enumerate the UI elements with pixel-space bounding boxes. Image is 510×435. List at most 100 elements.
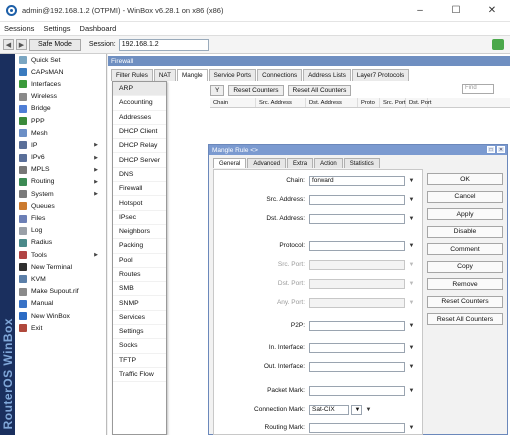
reset-all-counters-button[interactable]: Reset All Counters xyxy=(287,84,352,96)
dropdown-arrow-icon[interactable]: ▼ xyxy=(407,343,416,353)
nav-item-mesh[interactable]: Mesh xyxy=(15,127,106,139)
chain-option-hotspot[interactable]: Hotspot xyxy=(113,196,166,211)
nav-item-system[interactable]: System ▶ xyxy=(15,188,106,200)
chain-option-pool[interactable]: Pool xyxy=(113,254,166,268)
dialog-tab-extra[interactable]: Extra xyxy=(287,158,314,168)
dialog-tab-action[interactable]: Action xyxy=(314,158,343,168)
chain-option-accounting[interactable]: Accounting xyxy=(113,96,166,111)
chain-option-firewall[interactable]: Firewall xyxy=(113,182,166,197)
dropdown-arrow-icon[interactable]: ▼ xyxy=(407,176,416,186)
session-field[interactable]: 192.168.1.2 xyxy=(118,38,209,51)
ok-button[interactable]: OK xyxy=(427,173,503,185)
dropdown-arrow-icon[interactable]: ▼ xyxy=(407,423,416,433)
chain-option-addresses[interactable]: Addresses xyxy=(113,111,166,125)
chain-option-dhcp-client[interactable]: DHCP Client xyxy=(113,125,166,140)
chain-option-arp[interactable]: ARP xyxy=(113,82,166,97)
maximize-button[interactable]: ☐ xyxy=(438,0,474,22)
chain-option-socks[interactable]: Socks xyxy=(113,339,166,354)
chain-option-dhcp-server[interactable]: DHCP Server xyxy=(113,153,166,168)
tab-service-ports[interactable]: Service Ports xyxy=(208,69,257,81)
safe-mode-button[interactable]: Safe Mode xyxy=(29,38,81,51)
column-header-chain[interactable]: Chain xyxy=(210,98,256,107)
nav-item-kvm[interactable]: KVM xyxy=(15,273,106,285)
dialog-tab-advanced[interactable]: Advanced xyxy=(247,158,287,168)
nav-item-log[interactable]: Log xyxy=(15,225,106,237)
dropdown-arrow-icon[interactable]: ▼ xyxy=(407,321,416,331)
nav-item-make-supout-rif[interactable]: Make Supout.rif xyxy=(15,286,106,298)
nav-item-ppp[interactable]: PPP xyxy=(15,115,106,127)
nav-item-bridge[interactable]: Bridge xyxy=(15,103,106,115)
apply-button[interactable]: Apply xyxy=(427,208,503,220)
reset-counters-button[interactable]: Reset Counters xyxy=(427,295,503,308)
dropdown-arrow-icon[interactable]: ▼ xyxy=(364,405,373,415)
packet-mark-input[interactable] xyxy=(309,385,405,396)
nav-item-tools[interactable]: Tools ▶ xyxy=(15,249,106,261)
nav-item-files[interactable]: Files xyxy=(15,212,106,224)
nav-item-ip[interactable]: IP ▶ xyxy=(15,139,106,151)
column-header-dst-address[interactable]: Dst. Address xyxy=(306,98,358,107)
chain-option-smb[interactable]: SMB xyxy=(113,282,166,297)
tab-nat[interactable]: NAT xyxy=(153,69,176,81)
dropdown-arrow-icon[interactable]: ▼ xyxy=(407,195,416,205)
dropdown-arrow-icon[interactable]: ▼ xyxy=(407,362,416,372)
column-header-dst-port[interactable]: Dst. Port xyxy=(406,98,432,107)
dropdown-arrow-icon[interactable]: ▼ xyxy=(407,241,416,251)
nav-item-new-terminal[interactable]: New Terminal xyxy=(15,261,106,273)
chain-option-settings[interactable]: Settings xyxy=(113,325,166,340)
close-button[interactable]: ✕ xyxy=(474,0,510,22)
column-header-proto[interactable]: Proto xyxy=(358,98,380,107)
dst-address-input[interactable] xyxy=(309,213,405,224)
dialog-tab-general[interactable]: General xyxy=(213,158,247,168)
column-header-src-port[interactable]: Src. Port xyxy=(380,98,406,107)
chain-option-dhcp-relay[interactable]: DHCP Relay xyxy=(113,139,166,154)
forward-arrow-icon[interactable]: ▶ xyxy=(16,39,27,50)
tab-layer7-protocols[interactable]: Layer7 Protocols xyxy=(351,69,410,81)
nav-item-ipv6[interactable]: IPv6 ▶ xyxy=(15,152,106,164)
chain-option-packing[interactable]: Packing xyxy=(113,239,166,254)
column-header-src-address[interactable]: Src. Address xyxy=(256,98,306,107)
minimize-button[interactable]: – xyxy=(402,0,438,22)
chain-option-traffic-flow[interactable]: Traffic Flow xyxy=(113,368,166,383)
nav-item-interfaces[interactable]: Interfaces xyxy=(15,78,106,90)
chain-option-snmp[interactable]: SNMP xyxy=(113,296,166,311)
nav-item-quick-set[interactable]: Quick Set xyxy=(15,54,106,66)
reset-all-counters-button[interactable]: Reset All Counters xyxy=(427,313,503,325)
reset-counters-button[interactable]: Reset Counters xyxy=(228,84,284,96)
back-arrow-icon[interactable]: ◀ xyxy=(3,39,14,50)
routing-mark-input[interactable] xyxy=(309,422,405,433)
chain-option-dns[interactable]: DNS xyxy=(113,168,166,183)
src-address-input[interactable] xyxy=(309,194,405,205)
nav-item-manual[interactable]: Manual xyxy=(15,298,106,310)
out-interface-input[interactable] xyxy=(309,361,405,372)
chevron-down-icon[interactable]: ▼ xyxy=(351,404,362,415)
in-interface-input[interactable] xyxy=(309,342,405,353)
remove-button[interactable]: Remove xyxy=(427,278,503,290)
p2p-input[interactable] xyxy=(309,320,405,331)
nav-item-mpls[interactable]: MPLS ▶ xyxy=(15,164,106,176)
copy-button[interactable]: Copy xyxy=(427,260,503,273)
tab-filter-rules[interactable]: Filter Rules xyxy=(111,69,153,81)
tab-address-lists[interactable]: Address Lists xyxy=(303,69,351,81)
chain-option-services[interactable]: Services xyxy=(113,311,166,326)
chain-input[interactable]: forward xyxy=(309,175,405,186)
dropdown-arrow-icon[interactable]: ▼ xyxy=(407,214,416,224)
disable-button[interactable]: Disable xyxy=(427,225,503,238)
menu-sessions[interactable]: Sessions xyxy=(4,24,34,33)
nav-item-new-winbox[interactable]: New WinBox xyxy=(15,310,106,322)
tab-mangle[interactable]: Mangle xyxy=(176,69,208,81)
chain-option-routes[interactable]: Routes xyxy=(113,268,166,283)
find-input[interactable]: Find xyxy=(462,84,494,94)
connection-mark-input[interactable]: Sat-CIX xyxy=(309,404,349,415)
filter-icon[interactable]: Y xyxy=(210,84,225,96)
nav-item-wireless[interactable]: Wireless xyxy=(15,91,106,103)
protocol-input[interactable] xyxy=(309,240,405,251)
nav-item-radius[interactable]: Radius xyxy=(15,237,106,249)
dialog-close-icon[interactable]: ✕ xyxy=(497,146,505,153)
nav-item-queues[interactable]: Queues xyxy=(15,200,106,212)
nav-item-routing[interactable]: Routing ▶ xyxy=(15,176,106,188)
comment-button[interactable]: Comment xyxy=(427,243,503,255)
dropdown-arrow-icon[interactable]: ▼ xyxy=(407,386,416,396)
menu-dashboard[interactable]: Dashboard xyxy=(80,24,117,33)
chain-option-neighbors[interactable]: Neighbors xyxy=(113,225,166,240)
dialog-tab-statistics[interactable]: Statistics xyxy=(343,158,380,168)
